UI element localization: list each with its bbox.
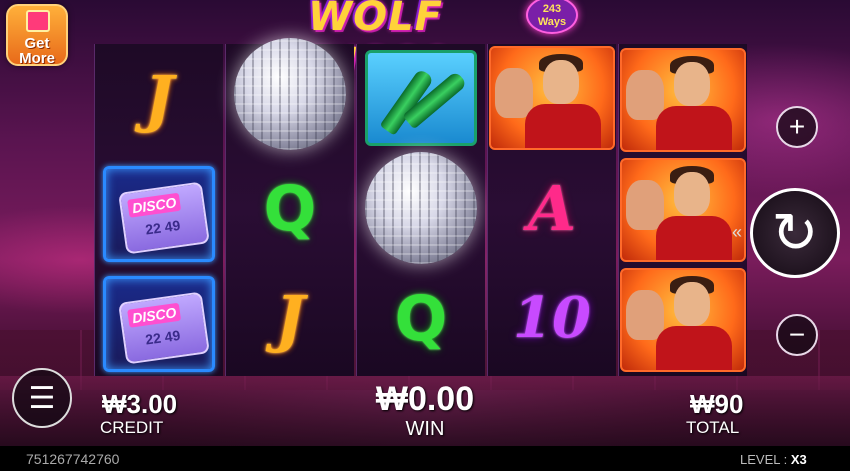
symbol-Q: Q	[357, 264, 485, 372]
total-bet-value: ₩90	[690, 389, 744, 419]
credit-label: CREDIT	[100, 418, 164, 437]
credit-value: ₩3.00	[102, 389, 178, 419]
reel-3: Q	[356, 44, 485, 376]
symbol-disco-pager: DISCO 22 49	[95, 270, 223, 378]
pager-digits: 22 49	[144, 326, 182, 348]
hamburger-icon: ☰	[28, 381, 56, 415]
symbol-Q-label: Q	[394, 281, 448, 355]
spin-hint-icon: «	[732, 222, 743, 242]
symbol-disco-ball	[226, 38, 354, 150]
refresh-icon: ↻	[771, 201, 819, 264]
win-value: ₩0.00	[375, 380, 475, 418]
disco-ball-icon	[365, 152, 477, 264]
symbol-10: 10	[488, 264, 616, 372]
win-label: WIN	[405, 418, 445, 440]
symbol-disco-ball	[357, 152, 485, 264]
reel-1: J DISCO 22 49 DISCO 22 49	[94, 44, 223, 376]
level-label: LEVEL :	[740, 452, 791, 467]
symbol-wolf-man	[619, 266, 747, 374]
symbol-J-label: J	[144, 61, 174, 135]
reel-grid: J DISCO 22 49 DISCO 22 49 Q J Q A 10	[94, 38, 750, 376]
symbol-Q: Q	[226, 154, 354, 262]
level-indicator: LEVEL : X3	[740, 452, 807, 467]
reel-4: A 10	[487, 44, 616, 376]
symbol-10-label: 10	[513, 285, 591, 351]
pager-label: DISCO	[127, 192, 182, 218]
minus-icon: −	[788, 319, 806, 350]
wolf-man-icon	[674, 62, 710, 106]
spin-button[interactable]: ↻	[750, 188, 840, 278]
wolf-man-icon	[543, 60, 579, 104]
reel-2: Q J	[225, 38, 354, 376]
decrease-bet-button[interactable]: −	[776, 314, 818, 356]
wolf-man-icon	[674, 172, 710, 216]
symbol-disco-pager: DISCO 22 49	[95, 160, 223, 268]
disco-ball-icon	[234, 38, 346, 150]
get-more-line1: Get	[24, 35, 50, 52]
symbol-wolf-man	[488, 44, 616, 152]
total-bet-label: TOTAL	[686, 418, 740, 437]
gift-icon	[26, 10, 50, 32]
symbol-J: J	[95, 44, 223, 152]
pager-label: DISCO	[127, 302, 182, 328]
menu-button[interactable]: ☰	[12, 368, 72, 428]
symbol-A: A	[488, 154, 616, 262]
symbol-J: J	[226, 264, 354, 372]
increase-bet-button[interactable]: +	[776, 106, 818, 148]
symbol-wolf-man	[619, 46, 747, 154]
symbol-bottles	[357, 44, 485, 152]
symbol-A-label: A	[527, 171, 577, 245]
symbol-wolf-man	[619, 156, 747, 264]
reel-5	[618, 44, 747, 376]
game-logo: WOLF DISCO 243 Ways	[300, 0, 580, 86]
get-more-button[interactable]: Get More	[6, 4, 68, 66]
plus-icon: +	[788, 111, 806, 142]
wolf-man-icon	[674, 282, 710, 326]
round-id: 751267742760	[26, 451, 120, 467]
symbol-Q-label: Q	[263, 171, 317, 245]
pager-digits: 22 49	[144, 216, 182, 238]
level-value: X3	[790, 452, 807, 467]
symbol-J-label: J	[275, 281, 305, 355]
footer-bar	[0, 446, 850, 471]
get-more-line2: More	[19, 50, 55, 67]
